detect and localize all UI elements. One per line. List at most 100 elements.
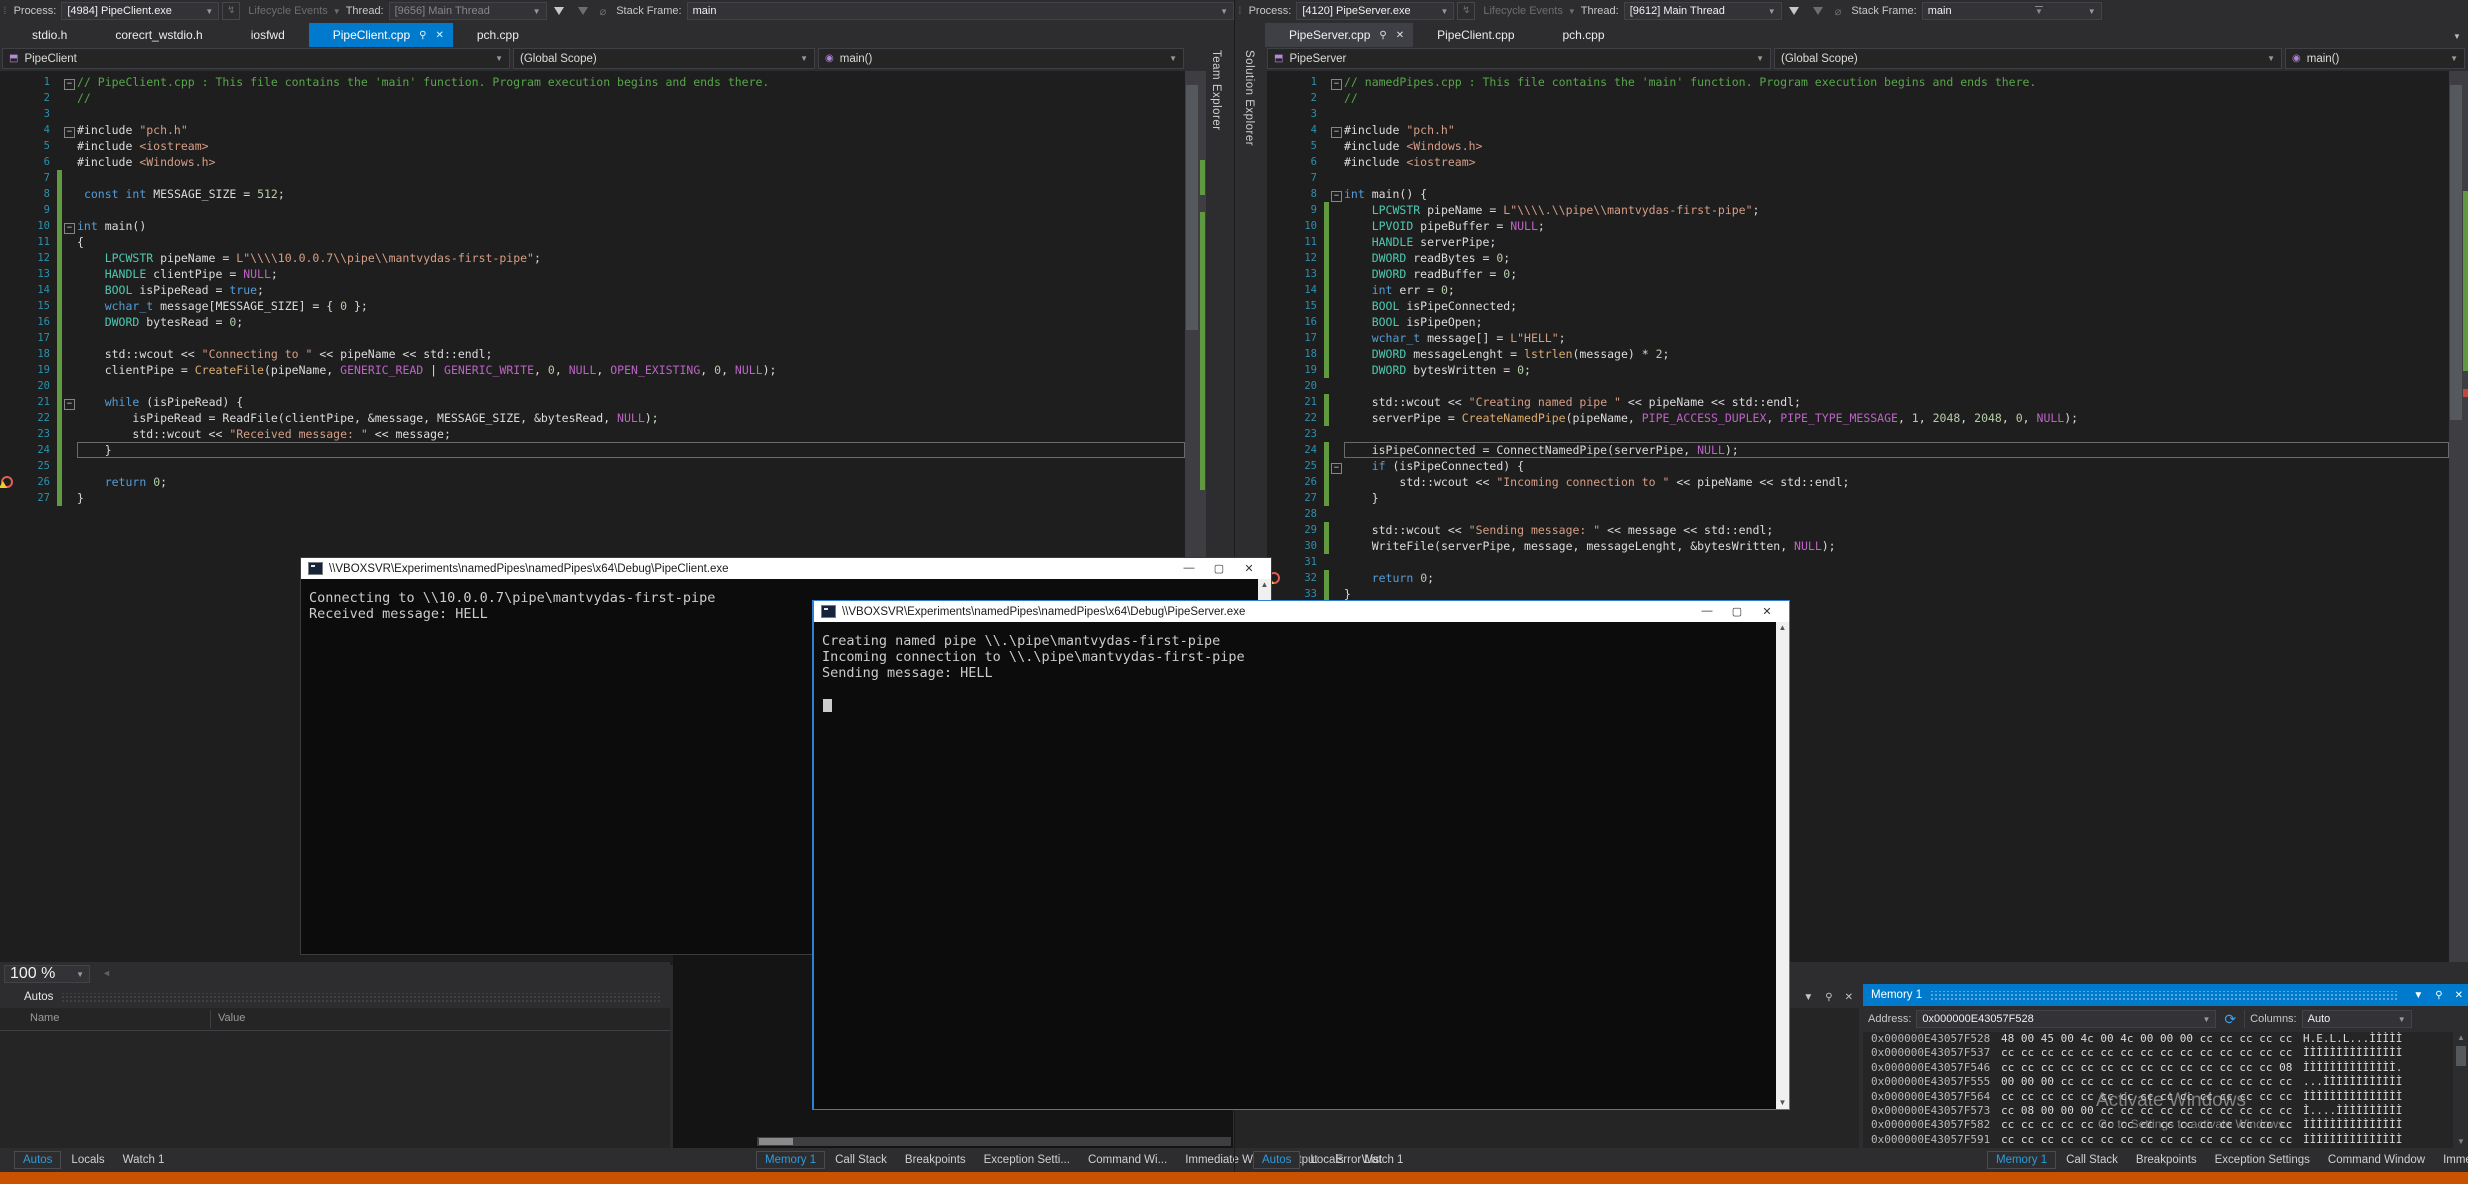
- refresh-icon[interactable]: ⟳: [2224, 1011, 2236, 1028]
- member-dropdown[interactable]: ◉ main()▼: [818, 48, 1184, 69]
- lifecycle-events-label[interactable]: Lifecycle Events: [248, 5, 327, 17]
- fold-margin[interactable]: [1329, 266, 1344, 282]
- fold-margin[interactable]: −: [62, 122, 77, 138]
- scroll-down-icon[interactable]: ▼: [2453, 1136, 2468, 1148]
- chevron-down-icon[interactable]: ▼: [800, 54, 808, 63]
- breakpoint-margin[interactable]: [0, 234, 16, 250]
- breakpoint-margin[interactable]: [1267, 138, 1283, 154]
- toolbar-grip[interactable]: ⁞⁞: [3, 6, 5, 17]
- fold-margin[interactable]: [1329, 506, 1344, 522]
- breakpoint-margin[interactable]: [0, 346, 16, 362]
- pin-icon[interactable]: ⚲: [419, 30, 426, 41]
- chevron-down-icon[interactable]: ▼: [525, 7, 541, 16]
- breakpoint-margin[interactable]: [1267, 490, 1283, 506]
- fold-collapse-icon[interactable]: −: [1331, 127, 1342, 138]
- hscroll-left-arrow-icon[interactable]: ◄: [102, 968, 111, 978]
- breakpoint-margin[interactable]: [1267, 474, 1283, 490]
- fold-margin[interactable]: [1329, 106, 1344, 122]
- fold-margin[interactable]: [62, 138, 77, 154]
- fold-margin[interactable]: [1329, 298, 1344, 314]
- breakpoint-margin[interactable]: [1267, 314, 1283, 330]
- toolbar-overflow-icon[interactable]: ▼: [2035, 6, 2043, 16]
- chevron-down-icon[interactable]: ▼: [2080, 7, 2096, 16]
- pin-icon[interactable]: ⚲: [1379, 30, 1386, 41]
- fold-margin[interactable]: [62, 362, 77, 378]
- column-name[interactable]: Name: [30, 1012, 59, 1024]
- scroll-down-icon[interactable]: ▼: [1776, 1097, 1789, 1109]
- fold-margin[interactable]: [1329, 314, 1344, 330]
- breakpoint-margin[interactable]: [1267, 298, 1283, 314]
- panel-tab-Autos[interactable]: Autos: [1253, 1151, 1300, 1169]
- fold-margin[interactable]: [62, 426, 77, 442]
- panel-tab-Command Window[interactable]: Command Window: [2320, 1152, 2433, 1168]
- breakpoint-margin[interactable]: [1267, 394, 1283, 410]
- breakpoint-margin[interactable]: [0, 426, 16, 442]
- fold-margin[interactable]: −: [1329, 74, 1344, 90]
- breakpoint-margin[interactable]: [1267, 330, 1283, 346]
- lifecycle-events-icon[interactable]: ↯: [1457, 2, 1475, 20]
- fold-margin[interactable]: −: [62, 74, 77, 90]
- column-value[interactable]: Value: [218, 1012, 245, 1024]
- breakpoint-margin[interactable]: [0, 378, 16, 394]
- close-icon[interactable]: ✕: [435, 30, 443, 41]
- fold-margin[interactable]: −: [1329, 186, 1344, 202]
- panel-tab-Watch 1[interactable]: Watch 1: [1354, 1152, 1412, 1168]
- fold-margin[interactable]: [1329, 282, 1344, 298]
- tab-iosfwd[interactable]: iosfwd: [227, 23, 309, 47]
- fold-margin[interactable]: [62, 234, 77, 250]
- fold-margin[interactable]: [1329, 202, 1344, 218]
- panel-tab-Command Wi...[interactable]: Command Wi...: [1080, 1152, 1175, 1168]
- lifecycle-events-icon[interactable]: ↯: [222, 2, 240, 20]
- fold-collapse-icon[interactable]: −: [1331, 463, 1342, 474]
- scrollbar-thumb[interactable]: [2456, 1046, 2466, 1066]
- scrollbar-thumb[interactable]: [2450, 85, 2462, 420]
- scope-dropdown[interactable]: (Global Scope)▼: [1774, 48, 2282, 69]
- fold-margin[interactable]: −: [62, 218, 77, 234]
- pin-icon[interactable]: ⚲: [1825, 992, 1832, 1003]
- chevron-down-icon[interactable]: ▼: [1212, 7, 1228, 16]
- window-position-icon[interactable]: ▼: [1803, 992, 1813, 1003]
- breakpoint-margin[interactable]: [0, 410, 16, 426]
- breakpoint-margin[interactable]: [0, 298, 16, 314]
- chevron-down-icon[interactable]: ▼: [2195, 1015, 2211, 1024]
- fold-margin[interactable]: [1329, 410, 1344, 426]
- close-icon[interactable]: ✕: [2455, 990, 2463, 1001]
- panel-tab-Immediate Window[interactable]: Immediate Window: [2435, 1152, 2468, 1168]
- breakpoint-margin[interactable]: [1267, 250, 1283, 266]
- toolbar-grip[interactable]: ⁞⁞: [1238, 6, 1240, 17]
- suppress-icon[interactable]: ⌀: [600, 5, 607, 18]
- breakpoint-margin[interactable]: [1267, 346, 1283, 362]
- breakpoint-margin[interactable]: [1267, 202, 1283, 218]
- memory-row[interactable]: 0x000000E43057F546cc cc cc cc cc cc cc c…: [1863, 1061, 2453, 1075]
- suppress-icon[interactable]: ⌀: [1835, 5, 1842, 18]
- fold-margin[interactable]: [62, 90, 77, 106]
- fold-margin[interactable]: [1329, 154, 1344, 170]
- process-combobox[interactable]: [4984] PipeClient.exe▼: [61, 2, 219, 20]
- close-icon[interactable]: ✕: [1396, 30, 1404, 41]
- memory-row[interactable]: 0x000000E43057F55500 00 00 cc cc cc cc c…: [1863, 1075, 2453, 1089]
- console-scrollbar[interactable]: ▲▼: [1776, 622, 1789, 1109]
- filter-clear-icon[interactable]: [578, 7, 588, 15]
- panel-tab-Locals[interactable]: Locals: [1302, 1152, 1351, 1168]
- breakpoint-margin[interactable]: [0, 362, 16, 378]
- fold-margin[interactable]: [62, 298, 77, 314]
- breakpoint-margin[interactable]: [1267, 522, 1283, 538]
- fold-margin[interactable]: −: [62, 394, 77, 410]
- fold-margin[interactable]: [1329, 170, 1344, 186]
- breakpoint-margin[interactable]: [1267, 362, 1283, 378]
- fold-margin[interactable]: [1329, 554, 1344, 570]
- memory-panel-titlebar[interactable]: Memory 1 ▼ ⚲ ✕: [1863, 984, 2468, 1006]
- editor-scrollbar[interactable]: [2449, 71, 2468, 962]
- filter-clear-icon[interactable]: [1813, 7, 1823, 15]
- tab-corecrt_wstdio.h[interactable]: corecrt_wstdio.h: [91, 23, 226, 47]
- panel-tab-Breakpoints[interactable]: Breakpoints: [897, 1152, 974, 1168]
- fold-margin[interactable]: [1329, 570, 1344, 586]
- fold-margin[interactable]: [62, 106, 77, 122]
- scrollbar-thumb[interactable]: [1186, 85, 1198, 330]
- panel-tab-Autos[interactable]: Autos: [14, 1151, 61, 1169]
- tab-PipeServer.cpp[interactable]: PipeServer.cpp⚲✕: [1265, 23, 1413, 47]
- fold-margin[interactable]: [62, 266, 77, 282]
- scrollbar-thumb[interactable]: [759, 1138, 793, 1145]
- fold-margin[interactable]: [62, 474, 77, 490]
- panel-tab-Call Stack[interactable]: Call Stack: [2058, 1152, 2126, 1168]
